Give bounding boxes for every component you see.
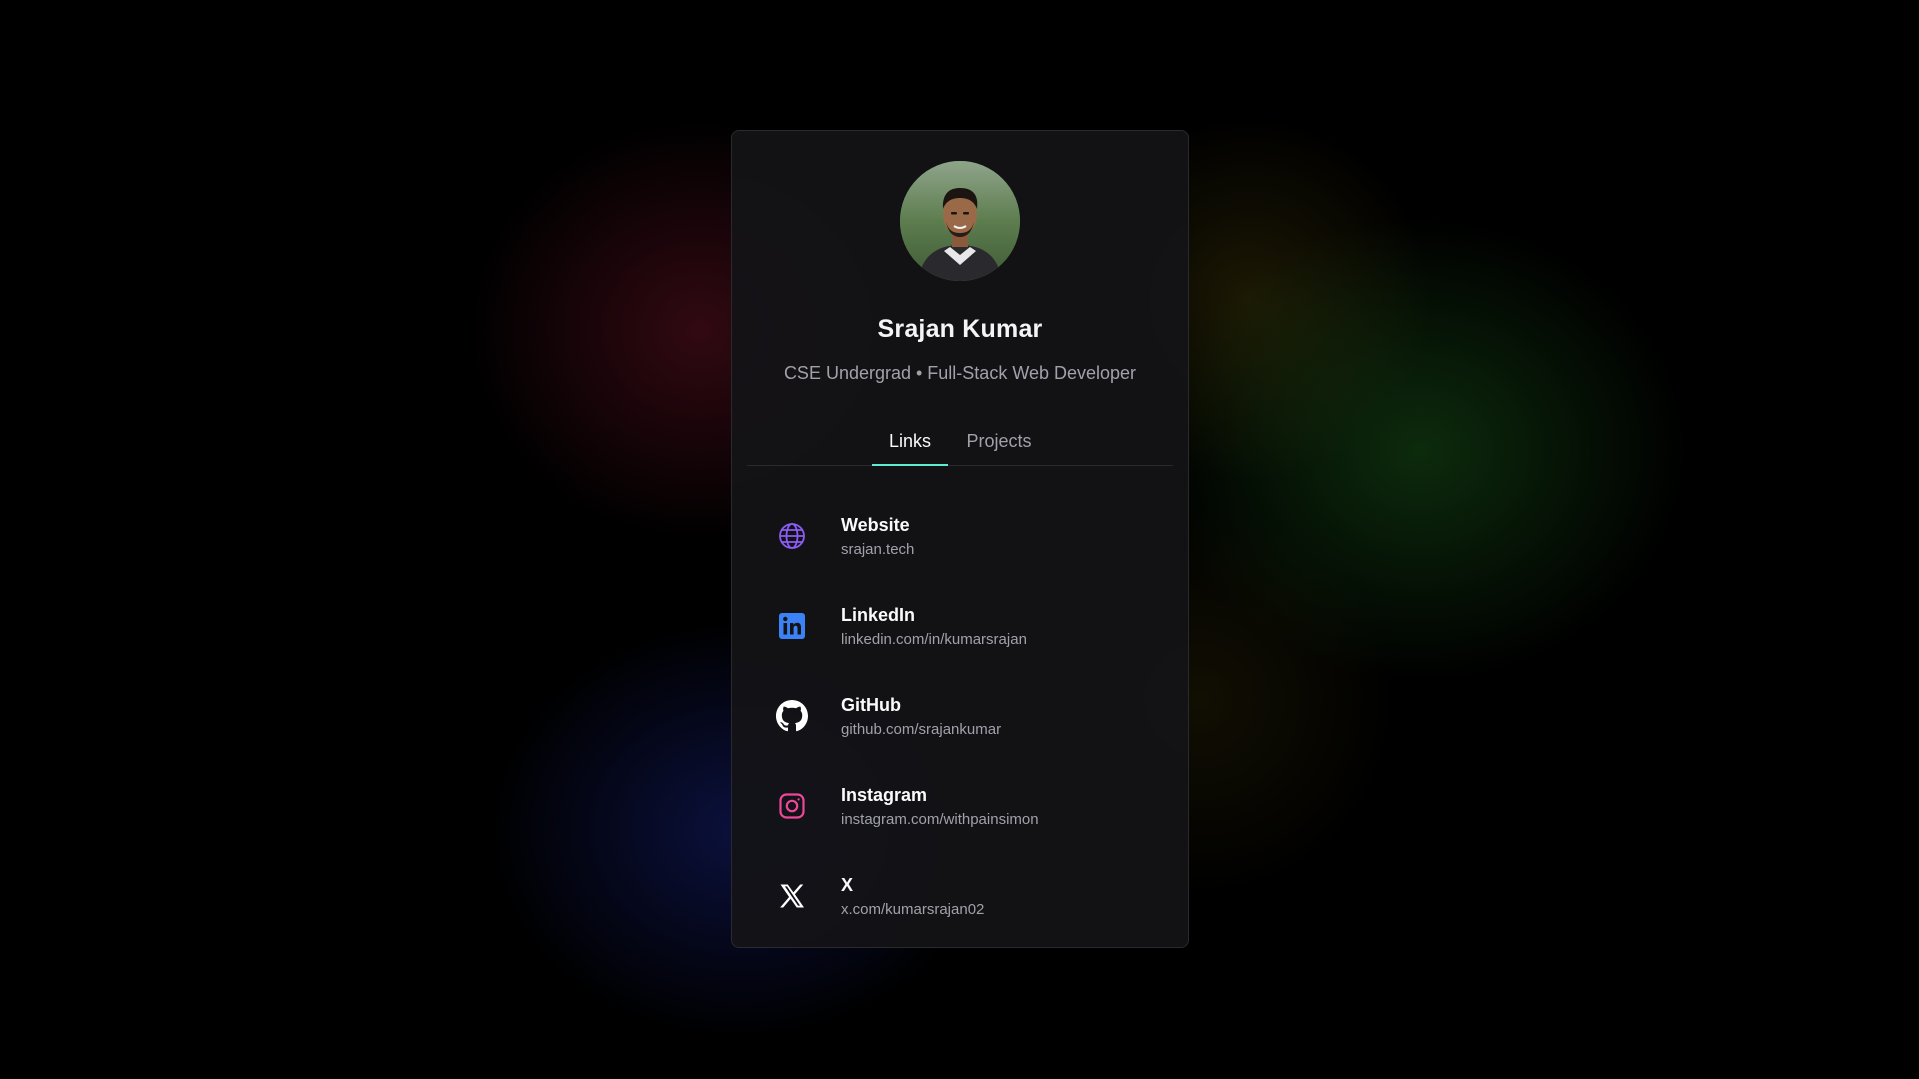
github-icon <box>776 700 808 732</box>
profile-subtitle: CSE Undergrad • Full-Stack Web Developer <box>783 363 1137 383</box>
link-title: Instagram <box>841 785 928 805</box>
avatar <box>900 161 1020 281</box>
link-title: GitHub <box>841 695 901 715</box>
tab-projects[interactable]: Projects <box>959 421 1039 465</box>
linkedin-icon <box>776 610 808 642</box>
globe-icon <box>776 520 808 552</box>
tab-bar: Links Projects <box>747 421 1173 466</box>
profile-card: Srajan Kumar CSE Undergrad • Full-Stack … <box>731 130 1189 948</box>
link-website[interactable]: Website srajan.tech <box>732 491 1188 581</box>
tab-links[interactable]: Links <box>872 421 948 466</box>
link-title: Website <box>841 515 910 535</box>
link-url: srajan.tech <box>841 541 915 558</box>
profile-name: Srajan Kumar <box>877 315 1043 343</box>
x-icon <box>776 880 808 912</box>
link-title: X <box>841 875 854 895</box>
link-github[interactable]: GitHub github.com/srajankumar <box>732 671 1188 761</box>
link-url: github.com/srajankumar <box>841 721 1002 738</box>
instagram-icon <box>776 790 808 822</box>
link-linkedin[interactable]: LinkedIn linkedin.com/in/kumarsrajan <box>732 581 1188 671</box>
link-url: x.com/kumarsrajan02 <box>841 901 985 918</box>
link-url: linkedin.com/in/kumarsrajan <box>841 631 1027 648</box>
link-x[interactable]: X x.com/kumarsrajan02 <box>732 851 1188 941</box>
link-url: instagram.com/withpainsimon <box>841 811 1039 828</box>
link-title: LinkedIn <box>841 605 916 625</box>
links-list: Website srajan.tech LinkedIn linkedin.co… <box>732 491 1188 941</box>
link-instagram[interactable]: Instagram instagram.com/withpainsimon <box>732 761 1188 851</box>
